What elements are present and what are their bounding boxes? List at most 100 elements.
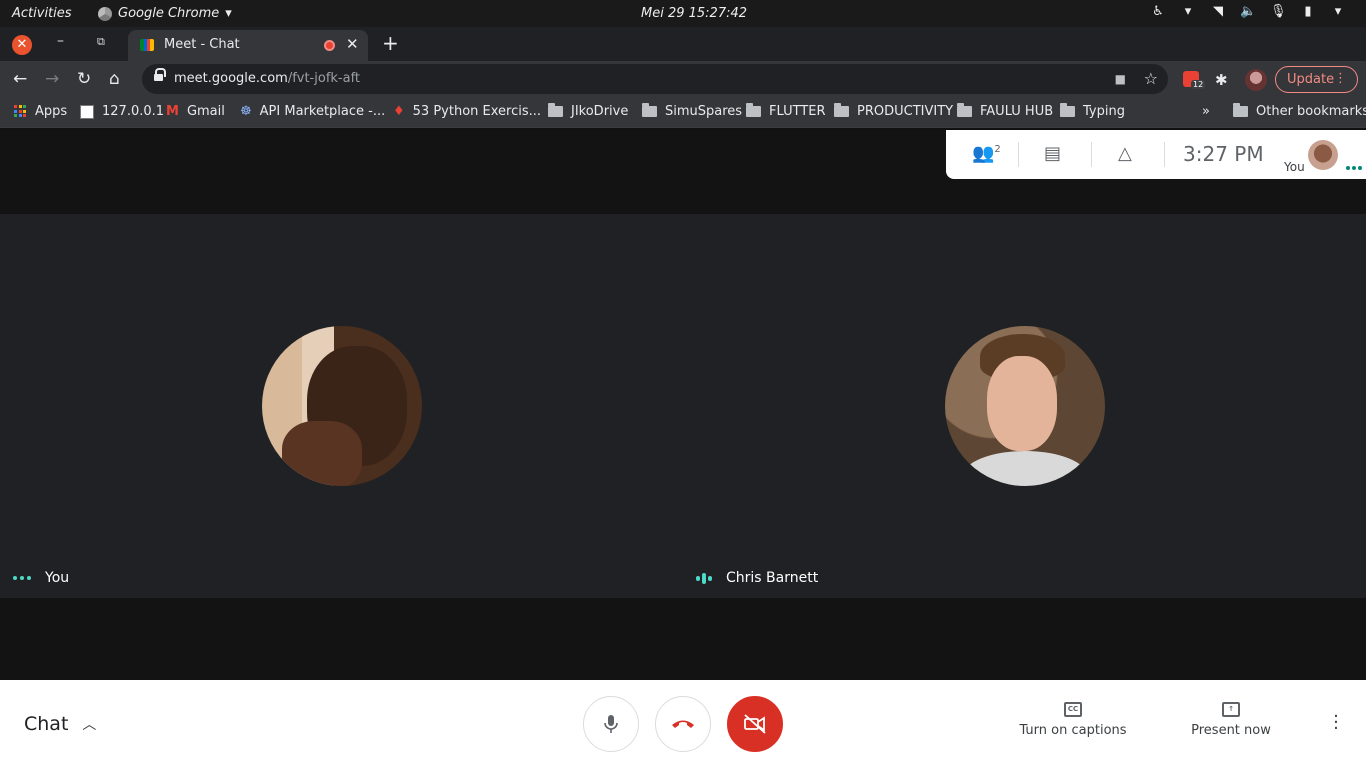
people-button[interactable]: 👥2 xyxy=(972,143,1001,164)
activities-shapes-icon[interactable]: △ xyxy=(1118,143,1132,164)
camera-in-use-icon[interactable]: ■ xyxy=(1115,72,1126,86)
bookmark-label: Typing xyxy=(1083,104,1125,119)
update-label: Update xyxy=(1287,72,1335,87)
bookmark-item[interactable]: M Gmail xyxy=(166,104,225,119)
bookmarks-bar: Apps 127.0.0.1 M Gmail ☸ API Marketplace… xyxy=(0,97,1366,128)
bookmarks-overflow-button[interactable]: » xyxy=(1202,104,1210,119)
participant-tile-chris[interactable]: Chris Barnett xyxy=(696,570,818,586)
participant-avatar-you xyxy=(262,326,422,486)
system-tray[interactable]: ♿ ▾ ◥ 🔈 🎙 ▮ ▾ xyxy=(1150,4,1346,20)
more-options-icon[interactable]: · · · xyxy=(1328,708,1344,738)
folder-icon xyxy=(642,103,657,117)
home-icon[interactable]: ⌂ xyxy=(109,69,120,89)
update-button[interactable]: Update ⋮ xyxy=(1275,66,1358,93)
closed-captions-icon: CC xyxy=(1064,702,1082,717)
bookmark-item[interactable]: JIkoDrive xyxy=(548,103,628,119)
microphone-icon[interactable]: 🎙 xyxy=(1270,4,1287,20)
chat-toggle[interactable]: Chat ︿ xyxy=(24,713,96,735)
system-clock[interactable]: Mei 29 15:27:42 xyxy=(641,6,747,21)
bookmark-label: Other bookmarks xyxy=(1256,104,1366,119)
bookmark-item[interactable]: FLUTTER xyxy=(746,103,826,119)
app-menu[interactable]: Google Chrome ▾ xyxy=(98,6,232,21)
chat-label: Chat xyxy=(24,713,69,735)
people-icon: 👥 xyxy=(972,143,995,164)
accessibility-icon[interactable]: ♿ xyxy=(1150,4,1166,20)
meeting-stage: You Chris Barnett xyxy=(0,130,1366,680)
tab-title: Meet - Chat xyxy=(164,37,240,52)
system-top-bar: Activities Google Chrome ▾ Mei 29 15:27:… xyxy=(0,0,1366,27)
bookmark-label: 53 Python Exercis... xyxy=(412,104,542,119)
bookmark-item[interactable]: Apps xyxy=(14,104,67,119)
bookmark-label: API Marketplace -... xyxy=(259,104,386,119)
more-dots-icon xyxy=(13,576,31,580)
extensions-puzzle-icon[interactable]: ✱ xyxy=(1215,71,1228,89)
wifi-icon[interactable]: ◥ xyxy=(1210,4,1226,20)
participant-avatar-chris xyxy=(945,326,1105,486)
battery-icon[interactable]: ▮ xyxy=(1300,4,1316,20)
new-tab-button[interactable]: + xyxy=(382,31,399,55)
window-close-button[interactable]: ✕ xyxy=(12,35,32,55)
bookmark-star-icon[interactable]: ☆ xyxy=(1144,69,1158,88)
other-bookmarks-item[interactable]: Other bookmarks xyxy=(1233,103,1366,119)
bookmark-label: PRODUCTIVITY xyxy=(857,104,954,119)
chat-icon[interactable]: ▤ xyxy=(1044,143,1061,164)
bookmark-item[interactable]: ♦ 53 Python Exercis... xyxy=(393,104,541,119)
microphone-button[interactable] xyxy=(583,696,639,752)
face-shape xyxy=(987,356,1057,451)
url-text[interactable]: meet.google.com/fvt-jofk-aft xyxy=(174,71,360,86)
bookmark-label: Gmail xyxy=(186,104,225,119)
captions-button[interactable]: CC Turn on captions xyxy=(1014,702,1132,738)
page-icon xyxy=(80,104,94,119)
divider xyxy=(1018,142,1019,167)
bookmark-label: FLUTTER xyxy=(769,104,826,119)
forward-icon[interactable]: → xyxy=(45,69,59,89)
participant-tile-you[interactable]: You xyxy=(13,570,69,586)
calendar-extension-icon[interactable]: 12 xyxy=(1183,71,1206,89)
bookmark-item[interactable]: SimuSpares xyxy=(642,103,742,119)
meeting-info-bar: 👥2 ▤ △ 3:27 PM You xyxy=(946,130,1366,179)
participant-count: 2 xyxy=(994,144,1001,155)
back-icon[interactable]: ← xyxy=(13,69,27,89)
profile-avatar[interactable] xyxy=(1245,69,1267,91)
tab-close-icon[interactable]: ✕ xyxy=(346,35,359,53)
participant-name: Chris Barnett xyxy=(726,570,819,586)
microphone-icon xyxy=(604,715,618,733)
lock-icon[interactable] xyxy=(154,68,166,83)
volume-icon[interactable]: 🔈 xyxy=(1240,4,1256,20)
present-label: Present now xyxy=(1191,723,1271,738)
bookmark-item[interactable]: PRODUCTIVITY xyxy=(834,103,954,119)
more-dots-icon[interactable] xyxy=(1346,166,1362,170)
bookmark-item[interactable]: 127.0.0.1 xyxy=(80,104,164,119)
gmail-icon: M xyxy=(166,104,179,119)
present-now-button[interactable]: ↑ Present now xyxy=(1186,702,1276,738)
window-restore-button[interactable]: ⧉ xyxy=(97,35,105,49)
url-path: /fvt-jofk-aft xyxy=(287,71,361,86)
reload-icon[interactable]: ↻ xyxy=(77,69,91,89)
folder-icon xyxy=(548,103,563,117)
browser-toolbar: ← → ↻ ⌂ meet.google.com/fvt-jofk-aft ■ ☆… xyxy=(0,61,1366,97)
window-minimize-button[interactable]: – xyxy=(57,33,64,49)
captions-label: Turn on captions xyxy=(1019,723,1127,738)
self-label: You xyxy=(1284,160,1305,174)
chevron-down-icon: ▾ xyxy=(225,6,232,21)
divider xyxy=(1091,142,1092,167)
chevron-up-icon: ︿ xyxy=(82,717,97,733)
ruby-icon: ♦ xyxy=(393,104,405,119)
activities-button[interactable]: Activities xyxy=(12,6,72,21)
self-view-avatar[interactable] xyxy=(1308,140,1338,170)
chevron-down-icon[interactable]: ▾ xyxy=(1180,4,1196,20)
chrome-icon xyxy=(98,6,112,21)
camera-button[interactable] xyxy=(727,696,783,752)
bookmark-item[interactable]: FAULU HUB xyxy=(957,103,1053,119)
tab-meet[interactable]: Meet - Chat ✕ xyxy=(128,30,368,61)
recording-indicator-icon xyxy=(324,40,335,51)
chevron-down-icon[interactable]: ▾ xyxy=(1330,4,1346,20)
bookmark-item[interactable]: ☸ API Marketplace -... xyxy=(240,104,385,119)
bookmark-item[interactable]: Typing xyxy=(1060,103,1125,119)
tab-strip: ✕ – ⧉ Meet - Chat ✕ + xyxy=(0,27,1366,61)
meeting-time: 3:27 PM xyxy=(1183,142,1264,166)
shirt-shape xyxy=(963,451,1087,486)
address-bar[interactable]: meet.google.com/fvt-jofk-aft ■ ☆ xyxy=(142,64,1168,94)
present-screen-icon: ↑ xyxy=(1222,702,1240,717)
leave-call-button[interactable] xyxy=(655,696,711,752)
